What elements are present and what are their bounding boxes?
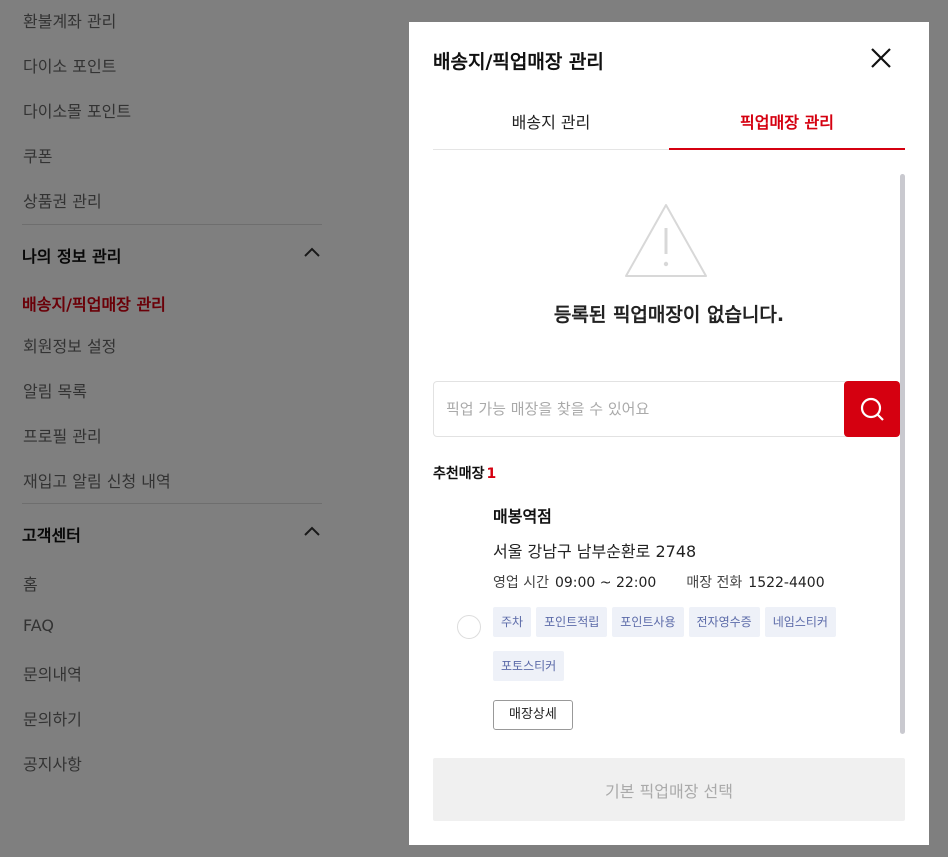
pickup-store-modal: 배송지/픽업매장 관리 배송지 관리 픽업매장 관리 등록된 픽업매장이 없습니…	[409, 22, 929, 845]
store-radio[interactable]	[457, 615, 481, 639]
tab-shipping[interactable]: 배송지 관리	[433, 102, 669, 150]
recommended-stores-label: 추천매장 1	[433, 463, 496, 483]
tag-parking: 주차	[493, 607, 532, 637]
hours-value: 09:00 ~ 22:00	[554, 575, 657, 591]
close-button[interactable]	[865, 42, 897, 74]
tag-e-receipt: 전자영수증	[688, 607, 760, 637]
tag-point-use: 포인트사용	[612, 607, 684, 637]
phone-label: 매장 전화	[686, 575, 743, 591]
store-info: 영업 시간 09:00 ~ 22:00 매장 전화 1522-4400	[493, 572, 825, 592]
tag-name-sticker: 네임스티커	[764, 607, 836, 637]
modal-title: 배송지/픽업매장 관리	[433, 51, 604, 73]
search-icon	[860, 397, 884, 421]
close-icon	[871, 48, 891, 68]
empty-message: 등록된 픽업매장이 없습니다.	[553, 304, 785, 326]
recommended-count: 1	[486, 466, 497, 482]
tab-pickup-store[interactable]: 픽업매장 관리	[669, 102, 905, 150]
hours-label: 영업 시간	[493, 575, 549, 591]
scrollbar[interactable]	[900, 174, 905, 734]
search-input[interactable]	[446, 382, 836, 436]
store-search	[433, 381, 900, 437]
store-name: 매봉역점	[493, 507, 552, 526]
tag-point-earn: 포인트적립	[536, 607, 608, 637]
tab-bar: 배송지 관리 픽업매장 관리	[433, 102, 905, 150]
search-button[interactable]	[844, 381, 900, 437]
store-detail-button[interactable]: 매장상세	[493, 700, 573, 730]
store-tags: 주차 포인트적립 포인트사용 전자영수증 네임스티커포토스티커	[493, 607, 853, 695]
store-address: 서울 강남구 남부순환로 2748	[493, 542, 697, 561]
warning-icon	[625, 204, 707, 277]
select-default-store-button[interactable]: 기본 픽업매장 선택	[433, 758, 905, 821]
tag-photo-sticker: 포토스티커	[493, 651, 565, 681]
modal-content: 등록된 픽업매장이 없습니다. 추천매장1 매봉역점 서울 강남구 남부순환로 …	[433, 172, 905, 742]
recommended-label: 추천매장	[433, 466, 485, 482]
phone-value: 1522-4400	[748, 575, 825, 591]
